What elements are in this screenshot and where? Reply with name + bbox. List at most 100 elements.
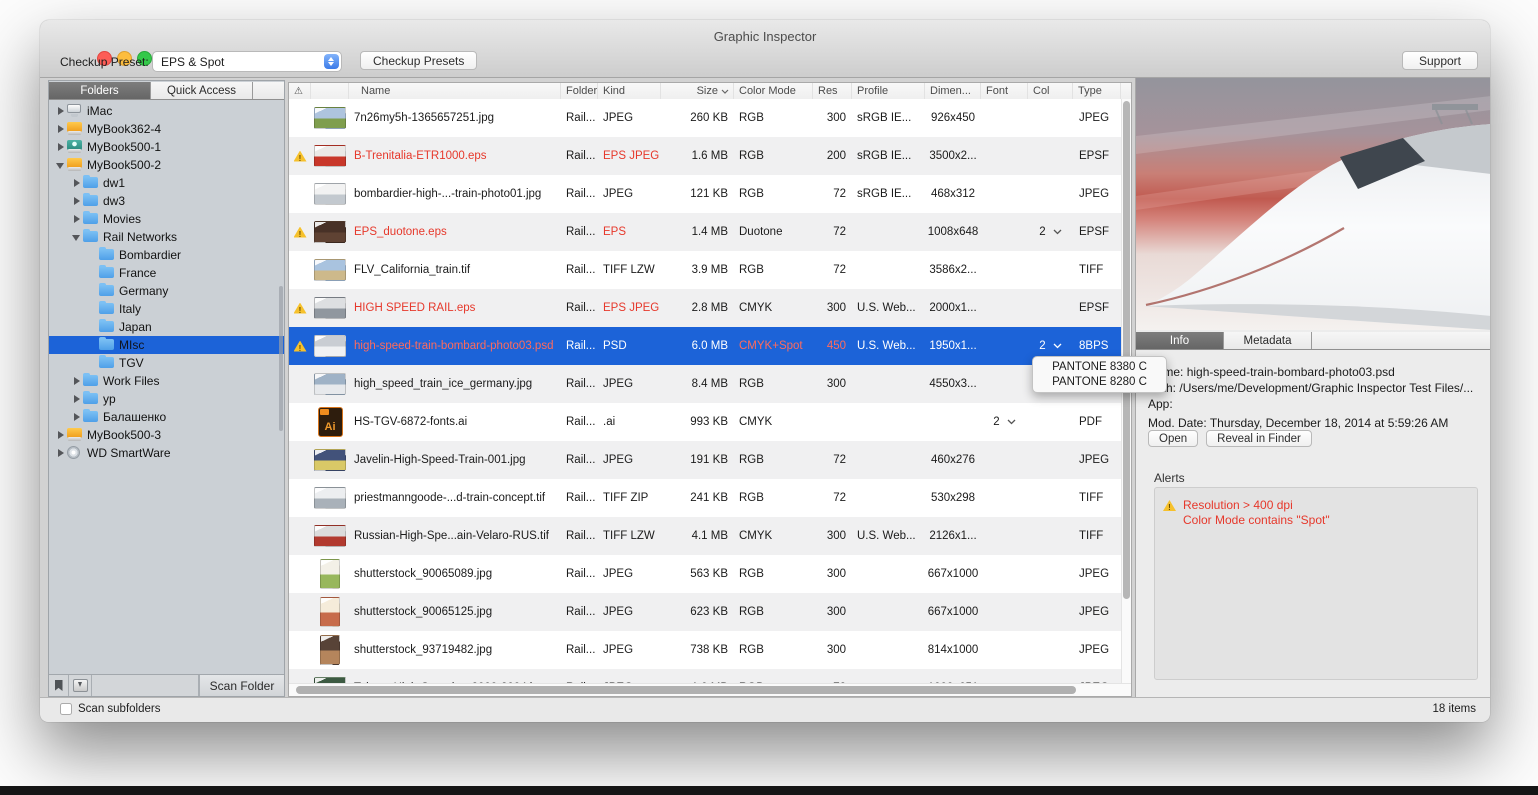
column-header-res[interactable]: Res <box>813 83 852 99</box>
column-header-warning[interactable]: ⚠ <box>289 83 311 99</box>
vertical-scrollbar-thumb[interactable] <box>1123 101 1130 599</box>
column-header-color-mode[interactable]: Color Mode <box>734 83 813 99</box>
tree-item-mybook500-1[interactable]: MyBook500-1 <box>49 138 284 156</box>
disclosure-closed-icon[interactable] <box>71 376 82 386</box>
file-row-5[interactable]: FLV_California_train.tifRail...TIFF LZW3… <box>289 251 1121 289</box>
tree-item-germany[interactable]: Germany <box>49 282 284 300</box>
inspector-tab-filler <box>1312 332 1490 349</box>
drive-select-button[interactable] <box>69 675 92 696</box>
tree-item-japan[interactable]: Japan <box>49 318 284 336</box>
column-header-thumbnail[interactable] <box>311 83 349 99</box>
column-header-folder[interactable]: Folder <box>561 83 598 99</box>
size-cell: 2.8 MB <box>661 302 734 314</box>
file-row-12[interactable]: Russian-High-Spe...ain-Velaro-RUS.tifRai… <box>289 517 1121 555</box>
tree-item-france[interactable]: France <box>49 264 284 282</box>
tree-item-tgv[interactable]: TGV <box>49 354 284 372</box>
reveal-in-finder-button[interactable]: Reveal in Finder <box>1206 430 1312 447</box>
chevron-down-icon[interactable] <box>1007 419 1016 425</box>
warning-cell <box>289 151 311 162</box>
tree-item-mybook362-4[interactable]: MyBook362-4 <box>49 120 284 138</box>
mod-date-value: Thursday, December 18, 2014 at 5:59:26 A… <box>1210 416 1449 430</box>
tree-item-label: Germany <box>119 284 168 298</box>
open-button[interactable]: Open <box>1148 430 1198 447</box>
horizontal-scrollbar-thumb[interactable] <box>296 686 1076 694</box>
disclosure-closed-icon[interactable] <box>71 214 82 224</box>
horizontal-scrollbar[interactable] <box>289 683 1131 696</box>
column-header-profile[interactable]: Profile <box>852 83 925 99</box>
drive-teal-icon <box>67 140 83 154</box>
file-row-1[interactable]: 7n26my5h-1365657251.jpgRail...JPEG260 KB… <box>289 99 1121 137</box>
tree-item-mybook500-3[interactable]: MyBook500-3 <box>49 426 284 444</box>
file-row-10[interactable]: Javelin-High-Speed-Train-001.jpgRail...J… <box>289 441 1121 479</box>
disclosure-open-icon[interactable] <box>71 232 82 242</box>
support-button[interactable]: Support <box>1402 51 1478 70</box>
disclosure-closed-icon[interactable] <box>55 124 66 134</box>
tree-item-wd-smartware[interactable]: WD SmartWare <box>49 444 284 462</box>
tree-item-misc[interactable]: MIsc <box>49 336 284 354</box>
tree-item-dw1[interactable]: dw1 <box>49 174 284 192</box>
disclosure-closed-icon[interactable] <box>71 394 82 404</box>
tab-metadata[interactable]: Metadata <box>1224 332 1312 349</box>
file-row-3[interactable]: bombardier-high-...-train-photo01.jpgRai… <box>289 175 1121 213</box>
tree-item-movies[interactable]: Movies <box>49 210 284 228</box>
chevron-down-icon[interactable] <box>1053 229 1062 235</box>
file-row-8[interactable]: high_speed_train_ice_germany.jpgRail...J… <box>289 365 1121 403</box>
tree-item-work-files[interactable]: Work Files <box>49 372 284 390</box>
disclosure-closed-icon[interactable] <box>55 142 66 152</box>
disclosure-closed-icon[interactable] <box>71 412 82 422</box>
tree-item-item[interactable]: Балашенко <box>49 408 284 426</box>
file-row-9[interactable]: HS-TGV-6872-fonts.aiRail....ai993 KBCMYK… <box>289 403 1121 441</box>
scan-subfolders-checkbox[interactable] <box>60 703 72 715</box>
kind-cell: JPEG <box>598 378 661 390</box>
spot-color-item[interactable]: PANTONE 8280 C <box>1052 375 1147 390</box>
column-header-kind[interactable]: Kind <box>598 83 661 99</box>
tree-item-rail-networks[interactable]: Rail Networks <box>49 228 284 246</box>
column-header-size[interactable]: Size <box>661 83 734 99</box>
tab-folders[interactable]: Folders <box>49 82 151 99</box>
disclosure-closed-icon[interactable] <box>71 196 82 206</box>
column-header-dimensions[interactable]: Dimen... <box>925 83 981 99</box>
tab-info[interactable]: Info <box>1136 332 1224 349</box>
thumbnail-cell <box>311 145 349 167</box>
disclosure-closed-icon[interactable] <box>71 178 82 188</box>
disclosure-closed-icon[interactable] <box>55 106 66 116</box>
dimen-cell: 530x298 <box>925 492 981 504</box>
res-cell: 200 <box>813 150 852 162</box>
disclosure-closed-icon[interactable] <box>55 448 66 458</box>
file-row-15[interactable]: shutterstock_93719482.jpgRail...JPEG738 … <box>289 631 1121 669</box>
sidebar-scrollbar-thumb[interactable] <box>279 286 283 431</box>
file-row-13[interactable]: shutterstock_90065089.jpgRail...JPEG563 … <box>289 555 1121 593</box>
bookmark-button[interactable] <box>49 675 69 696</box>
alert-warning-icon <box>1163 500 1176 511</box>
checkup-preset-dropdown[interactable]: EPS & Spot <box>152 51 342 72</box>
dimen-cell: 2126x1... <box>925 530 981 542</box>
checkup-presets-button[interactable]: Checkup Presets <box>360 51 477 70</box>
tree-item-italy[interactable]: Italy <box>49 300 284 318</box>
file-row-14[interactable]: shutterstock_90065125.jpgRail...JPEG623 … <box>289 593 1121 631</box>
file-row-7[interactable]: high-speed-train-bombard-photo03.psdRail… <box>289 327 1121 365</box>
path-field[interactable] <box>92 675 199 696</box>
disclosure-open-icon[interactable] <box>55 160 66 170</box>
tree-item-bombardier[interactable]: Bombardier <box>49 246 284 264</box>
scan-subfolders-label[interactable]: Scan subfolders <box>78 703 160 715</box>
column-header-font[interactable]: Font <box>981 83 1028 99</box>
tree-item-imac[interactable]: iMac <box>49 102 284 120</box>
spot-color-item[interactable]: PANTONE 8380 C <box>1052 360 1147 375</box>
scan-folder-button[interactable]: Scan Folder <box>199 675 284 696</box>
column-header-name[interactable]: Name <box>349 83 561 99</box>
file-list: ⚠ Name Folder Kind Size Color Mode Res P… <box>288 82 1132 697</box>
file-row-4[interactable]: EPS_duotone.epsRail...EPS1.4 MBDuotone72… <box>289 213 1121 251</box>
chevron-down-icon[interactable] <box>1053 343 1062 349</box>
dimen-cell: 1950x1... <box>925 340 981 352</box>
tree-item-dw3[interactable]: dw3 <box>49 192 284 210</box>
file-row-2[interactable]: B-Trenitalia-ETR1000.epsRail...EPS JPEG1… <box>289 137 1121 175</box>
tree-item-yp[interactable]: yp <box>49 390 284 408</box>
file-row-11[interactable]: priestmanngoode-...d-train-concept.tifRa… <box>289 479 1121 517</box>
column-header-col[interactable]: Col <box>1028 83 1073 99</box>
file-row-6[interactable]: HIGH SPEED RAIL.epsRail...EPS JPEG2.8 MB… <box>289 289 1121 327</box>
tree-item-mybook500-2[interactable]: MyBook500-2 <box>49 156 284 174</box>
disclosure-closed-icon[interactable] <box>55 430 66 440</box>
file-row-16[interactable]: Taiwan-High-Speed-...-2000-2004.jpgRail.… <box>289 669 1121 683</box>
tab-quick-access[interactable]: Quick Access <box>151 82 253 99</box>
column-header-type[interactable]: Type <box>1073 83 1121 99</box>
